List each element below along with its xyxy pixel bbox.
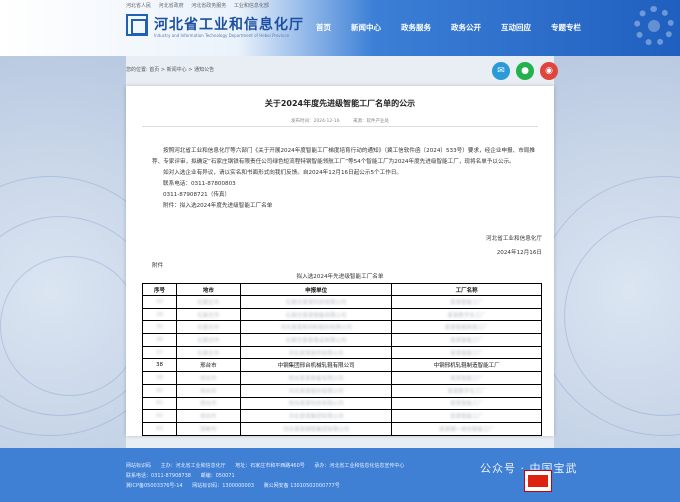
top-link[interactable]: 河北省人民 — [126, 3, 151, 9]
table-row: 41 邢台市 邢台某某科技有限公司 某某智能工厂 — [142, 396, 542, 411]
article-title: 关于2024年度先进级智能工厂名单的公示 — [264, 99, 416, 108]
contact-phone: 联系电话：0311-87800803 — [163, 181, 236, 187]
site-subtitle: Industry and Information Technology Depa… — [154, 33, 290, 38]
table-row: 40 邢台市 河北某某股份有限公司 某某数字化工厂 — [142, 383, 542, 398]
breadcrumb: 您的位置: 首页 > 新闻中心 > 通知公告 — [126, 67, 215, 73]
cell-company: 中钢集团邢台机械轧辊有限公司 — [239, 358, 393, 373]
site-footer: 网站标识码 主办：河北省工业和信息化厅 地址：石家庄市和平西路460号 承办：河… — [0, 448, 680, 502]
breadcrumb-item[interactable]: 首页 — [149, 67, 159, 73]
table-row: 42 邢台市 河北某某集团有限公司 某某智能工厂 — [142, 409, 542, 423]
table-row: 36 石家庄市 石家庄某某食品有限公司 某某智能工厂 — [142, 333, 542, 347]
nav-item-services[interactable]: 政务服务 — [401, 22, 431, 33]
site-header: 河北省人民 河北省政府 河北省政务服务 工业和信息化部 河北省工业和信息化厅 I… — [0, 0, 680, 56]
attachment-line[interactable]: 附件：拟入选2024年度先进级智能工厂名单 — [152, 201, 540, 212]
background-right — [534, 56, 680, 448]
contact-fax: 0311-87908721（传真） — [163, 192, 231, 198]
site-logo[interactable] — [126, 14, 148, 36]
table-header-row: 序号 地市 申报单位 工厂名称 — [142, 283, 542, 296]
nav-item-public[interactable]: 政务公开 — [451, 22, 481, 33]
share-message-icon[interactable]: ✉ — [492, 62, 510, 80]
paragraph: 按照河北省工业和信息化厅等六部门《关于开展2024年度智能工厂梯度培育行动的通知… — [152, 148, 535, 165]
article-meta: 发布时间：2024-12-16 来源：软件产业处 — [126, 118, 554, 124]
table-row: 35 石家庄市 河北某某新材料股份有限公司 某某智能制造工厂 — [142, 320, 542, 335]
cell-city: 邢台市 — [175, 358, 241, 373]
nav-item-news[interactable]: 新闻中心 — [351, 22, 381, 33]
paragraph: 如对入选企业有异议，请以实名和书面形式向我们反馈。自2024年12月16日起公示… — [163, 170, 403, 176]
article-source: 来源：软件产业处 — [353, 119, 390, 124]
attachment-label: 附件 — [152, 263, 164, 269]
top-link[interactable]: 工业和信息化部 — [234, 3, 269, 9]
background-left — [0, 56, 180, 448]
main-nav: 首页 新闻中心 政务服务 政务公开 互动回应 专题专栏 — [316, 22, 601, 33]
col-header-city: 地市 — [175, 283, 241, 296]
government-site-badge-icon[interactable] — [524, 470, 552, 492]
signature-org: 河北省工业和信息化厅 — [486, 236, 542, 242]
table-row: 37 石家庄市 河北某某医药有限公司 某某智能工厂 — [142, 345, 542, 360]
footer-row-1: 网站标识码 主办：河北省工业和信息化厅 地址：石家庄市和平西路460号 承办：河… — [126, 463, 405, 469]
footer-row-2: 联系电话：0311-87908738 邮编：050071 — [126, 473, 235, 479]
article-body: 按照河北省工业和信息化厅等六部门《关于开展2024年度智能工厂梯度培育行动的通知… — [152, 146, 540, 212]
footer-row-3: 冀ICP备05003376号-14 网站标识码：1300000003 冀公网安备… — [126, 483, 340, 489]
signature-date: 2024年12月16日 — [496, 250, 542, 256]
share-wechat-icon[interactable]: ● — [516, 62, 534, 80]
top-link[interactable]: 河北省政府 — [159, 3, 184, 9]
breadcrumb-label: 您的位置: — [126, 67, 148, 73]
table-row: 34 石家庄市 石家庄某某装备有限公司 某某数字化工厂 — [142, 307, 542, 322]
col-header-factory: 工厂名称 — [391, 283, 542, 296]
table-row-highlighted: 38 邢台市 中钢集团邢台机械轧辊有限公司 中钢邢机轧辊制造智能工厂 — [142, 358, 542, 373]
police-record-link[interactable]: 冀公网安备 13010502000777号 — [264, 483, 340, 489]
top-link[interactable]: 河北省政务服务 — [191, 3, 226, 9]
share-weibo-icon[interactable]: ◉ — [540, 62, 558, 80]
gear-decoration-icon — [634, 6, 674, 46]
site-title[interactable]: 河北省工业和信息化厅 — [154, 14, 304, 34]
breadcrumb-item[interactable]: 通知公告 — [194, 67, 214, 73]
cell-factory: 中钢邢机轧辊制造智能工厂 — [391, 358, 542, 373]
table-row: 43 邯郸市 河北某某钢铁集团有限公司 某某钢一体化智能工厂 — [142, 421, 542, 436]
factory-table: 序号 地市 申报单位 工厂名称 33 石家庄市 石家庄某某科技有限公司 某某智能工厂 … — [142, 283, 542, 436]
breadcrumb-item[interactable]: 新闻中心 — [167, 67, 187, 73]
title-divider — [142, 126, 538, 127]
top-links: 河北省人民 河北省政府 河北省政务服务 工业和信息化部 — [126, 2, 275, 9]
article-card: 关于2024年度先进级智能工厂名单的公示 发布时间：2024-12-16 来源：… — [126, 86, 554, 436]
nav-item-topics[interactable]: 专题专栏 — [551, 22, 581, 33]
publish-time: 发布时间：2024-12-16 — [290, 119, 340, 124]
nav-item-interaction[interactable]: 互动回应 — [501, 22, 531, 33]
table-title: 拟入选2024年先进级智能工厂名单 — [296, 274, 384, 280]
col-header-company: 申报单位 — [239, 283, 393, 296]
col-header-index: 序号 — [142, 283, 177, 296]
table-row: 33 石家庄市 石家庄某某科技有限公司 某某智能工厂 — [142, 295, 542, 309]
icp-link[interactable]: 冀ICP备05003376号-14 — [126, 483, 183, 489]
table-row: 39 邢台市 邢台某某装备有限公司 某某智能工厂 — [142, 371, 542, 385]
nav-item-home[interactable]: 首页 — [316, 22, 331, 33]
cell-index: 38 — [142, 358, 177, 373]
